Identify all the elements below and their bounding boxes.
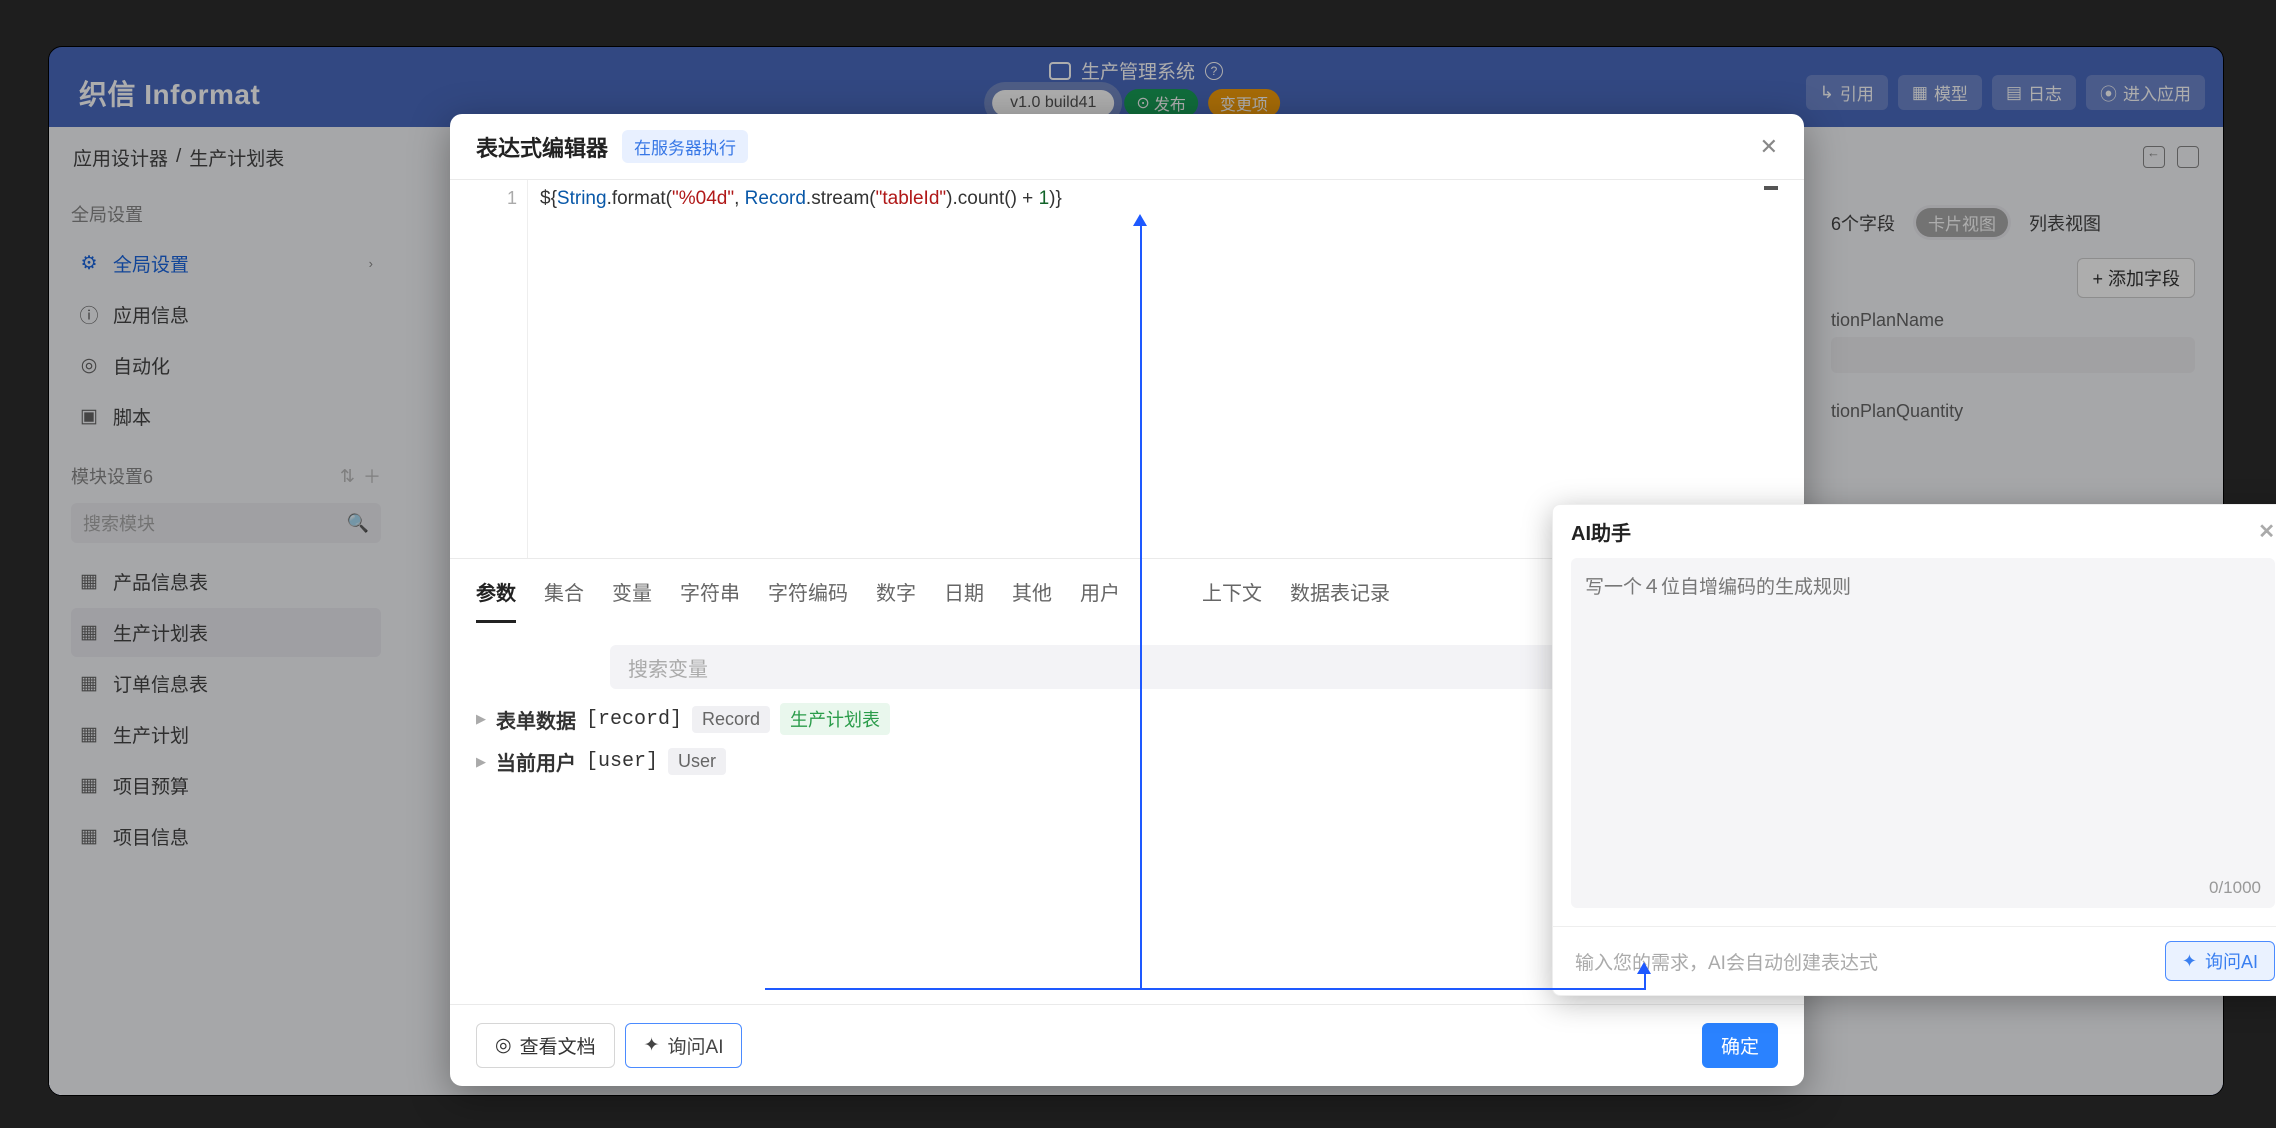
app-icon <box>1049 62 1071 80</box>
seg-list-view[interactable]: 列表视图 <box>2029 210 2101 236</box>
modal-footer: ◎查看文档 ✦询问AI 确定 <box>450 1004 1804 1086</box>
type-badge: Record <box>692 706 770 733</box>
seg-card-view[interactable]: 卡片视图 <box>1916 208 2008 237</box>
table-icon: ▦ <box>79 674 99 694</box>
ai-assistant-panel: AI助手 ✕ 写一个４位自增编码的生成规则 0/1000 输入您的需求，AI会自… <box>1552 504 2276 996</box>
table-icon: ▦ <box>79 572 99 592</box>
right-panel-header: 6个字段 卡片视图 列表视图 <box>1831 205 2195 240</box>
top-actions: ↳引用 ▦模型 ▤日志 ⦿进入应用 <box>1806 75 2205 110</box>
collapse-icon[interactable] <box>2143 146 2165 168</box>
breadcrumb-designer[interactable]: 应用设计器 <box>73 144 168 171</box>
add-field-button[interactable]: + 添加字段 <box>2077 258 2195 298</box>
log-button[interactable]: ▤日志 <box>1992 75 2076 110</box>
view-docs-button[interactable]: ◎查看文档 <box>476 1023 615 1068</box>
ai-panel-footer: 输入您的需求，AI会自动创建表达式 ✦询问AI <box>1553 926 2276 995</box>
tab-number[interactable]: 数字 <box>876 577 916 623</box>
ai-close-icon[interactable]: ✕ <box>2258 519 2275 544</box>
ai-char-counter: 0/1000 <box>2209 878 2261 898</box>
expand-icon[interactable]: ▶ <box>476 711 486 727</box>
app-title-text: 生产管理系统 <box>1081 57 1195 84</box>
table-icon: ▦ <box>79 623 99 643</box>
enter-app-button[interactable]: ⦿进入应用 <box>2086 75 2205 110</box>
tab-other[interactable]: 其他 <box>1012 577 1052 623</box>
code-line: ${String.format("%04d", Record.stream("t… <box>528 180 1074 558</box>
sidebar-module-0[interactable]: ▦产品信息表 <box>71 557 381 606</box>
tab-params[interactable]: 参数 <box>476 577 516 623</box>
sidebar-module-4[interactable]: ▦项目预算 <box>71 761 381 810</box>
breadcrumb-page[interactable]: 生产计划表 <box>189 144 284 171</box>
app-title-bar: 生产管理系统 ? <box>1049 57 1223 84</box>
modal-header: 表达式编辑器 在服务器执行 ✕ <box>450 114 1804 179</box>
sidebar-item-app-info[interactable]: ⓘ 应用信息 <box>71 290 381 339</box>
code-editor[interactable]: 1 ${String.format("%04d", Record.stream(… <box>450 179 1804 559</box>
field-placeholder-1 <box>1831 337 2195 373</box>
version-chip: v1.0 build41 <box>992 90 1114 116</box>
quote-button[interactable]: ↳引用 <box>1806 75 1888 110</box>
sidebar-item-global-settings[interactable]: ⚙ 全局设置 › <box>71 239 381 288</box>
help-icon[interactable]: ? <box>1205 62 1223 80</box>
table-icon: ▦ <box>79 725 99 745</box>
table-icon: ▦ <box>79 827 99 847</box>
gear-icon: ⚙ <box>79 254 99 274</box>
sidebar-module-3[interactable]: ▦生产计划 <box>71 710 381 759</box>
sidebar-module-2[interactable]: ▦订单信息表 <box>71 659 381 708</box>
modal-close-icon[interactable]: ✕ <box>1760 134 1778 160</box>
publish-button[interactable]: ⊙发布 <box>1124 89 1197 117</box>
type-badge: User <box>668 748 726 775</box>
expand-icon[interactable]: ▶ <box>476 754 486 770</box>
ai-input-hint[interactable]: 输入您的需求，AI会自动创建表达式 <box>1571 942 2155 981</box>
automation-icon: ◎ <box>79 356 99 376</box>
modal-run-on-server-tag: 在服务器执行 <box>622 130 748 163</box>
info-icon: ⓘ <box>79 305 99 325</box>
script-icon: ▣ <box>79 407 99 427</box>
field-name-1: tionPlanName <box>1831 310 2195 331</box>
sort-icon[interactable]: ⇅ <box>340 466 355 487</box>
model-button[interactable]: ▦模型 <box>1898 75 1982 110</box>
ai-textarea[interactable]: 写一个４位自增编码的生成规则 0/1000 <box>1571 558 2275 908</box>
tab-vars[interactable]: 变量 <box>612 577 652 623</box>
sidebar-section-global: 全局设置 <box>71 201 381 227</box>
sidebar-item-automation[interactable]: ◎ 自动化 <box>71 341 381 390</box>
ask-ai-button[interactable]: ✦询问AI <box>625 1023 743 1068</box>
code-gutter: 1 <box>450 180 528 558</box>
ai-icon: ✦ <box>644 1034 660 1057</box>
view-segment: 卡片视图 <box>1913 205 2011 240</box>
ai-icon: ✦ <box>2182 951 2197 972</box>
sidebar-item-script[interactable]: ▣ 脚本 <box>71 392 381 441</box>
tab-collections[interactable]: 集合 <box>544 577 584 623</box>
version-row: v1.0 build41 ⊙发布 变更项 <box>992 89 1280 117</box>
ai-panel-title: AI助手 <box>1571 517 1631 546</box>
sidebar-section-modules: 模块设置6 ⇅ ＋ <box>71 463 381 489</box>
sidebar: 全局设置 ⚙ 全局设置 › ⓘ 应用信息 ◎ 自动化 ▣ 脚本 模块设置6 ⇅ … <box>49 183 403 1095</box>
ai-panel-header: AI助手 ✕ <box>1553 505 2276 558</box>
tab-string[interactable]: 字符串 <box>680 577 740 623</box>
tab-encoding[interactable]: 字符编码 <box>768 577 848 623</box>
tab-date[interactable]: 日期 <box>944 577 984 623</box>
logo: 织信 Informat <box>79 73 260 113</box>
sidebar-module-1[interactable]: ▦生产计划表 <box>71 608 381 657</box>
modal-title: 表达式编辑器 <box>476 131 608 163</box>
search-module-input[interactable]: 搜索模块 🔍 <box>71 503 381 543</box>
doc-icon: ◎ <box>495 1034 512 1057</box>
layout-icon[interactable] <box>2177 146 2199 168</box>
chevron-right-icon: › <box>369 256 373 271</box>
table-icon: ▦ <box>79 776 99 796</box>
sidebar-module-5[interactable]: ▦项目信息 <box>71 812 381 861</box>
fields-count-label: 6个字段 <box>1831 210 1895 236</box>
tab-user[interactable]: 用户 <box>1080 577 1120 623</box>
add-module-icon[interactable]: ＋ <box>363 463 381 489</box>
tab-records[interactable]: 数据表记录 <box>1290 577 1390 623</box>
field-name-2: tionPlanQuantity <box>1831 401 2195 422</box>
tab-context[interactable]: 上下文 <box>1202 577 1262 623</box>
confirm-button[interactable]: 确定 <box>1702 1023 1778 1068</box>
search-icon: 🔍 <box>347 513 369 534</box>
source-badge: 生产计划表 <box>780 703 890 735</box>
ai-submit-button[interactable]: ✦询问AI <box>2165 941 2275 981</box>
changes-button[interactable]: 变更项 <box>1208 89 1280 117</box>
